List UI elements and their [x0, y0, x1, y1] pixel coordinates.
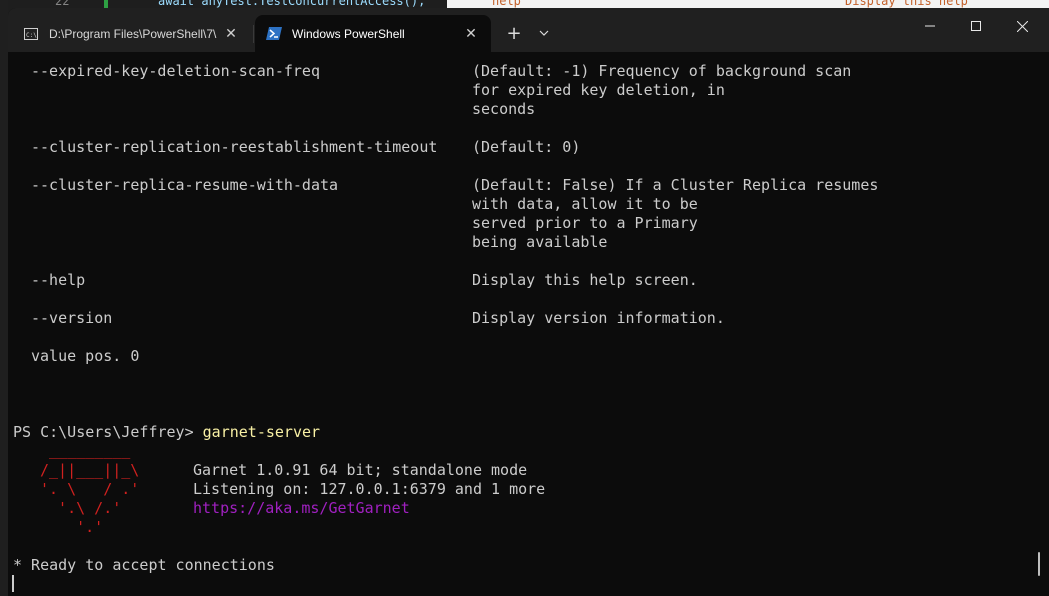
option-desc: with data, allow it to be [472, 195, 698, 213]
garnet-logo-line: '.' [40, 518, 104, 536]
garnet-link[interactable]: https://aka.ms/GetGarnet [193, 499, 410, 518]
garnet-logo-line: /_||___||_\ [40, 461, 140, 479]
background-right-text-2: Display this help [845, 0, 968, 8]
tab-program-files[interactable]: C:\ D:\Program Files\PowerShell\7\ ✕ [12, 15, 251, 52]
garnet-version-info: Garnet 1.0.91 64 bit; standalone mode [193, 461, 528, 479]
option-flag: --expired-key-deletion-scan-freq [31, 62, 320, 80]
powershell-icon [266, 27, 282, 41]
terminal-window: C:\ D:\Program Files\PowerShell\7\ ✕ Win… [8, 8, 1049, 596]
garnet-logo-line: '. \ / .' [40, 480, 140, 498]
garnet-logo-line: _________ [40, 441, 131, 459]
option-flag: --cluster-replication-reestablishment-ti… [31, 138, 438, 156]
chevron-down-icon[interactable] [533, 22, 555, 44]
scrollbar[interactable] [1038, 552, 1040, 576]
background-code: await anyTest.TestConcurrentAccess(); [158, 0, 426, 8]
title-bar[interactable]: C:\ D:\Program Files\PowerShell\7\ ✕ Win… [8, 8, 1049, 52]
option-flag: --cluster-replica-resume-with-data [31, 176, 339, 194]
tab-label: D:\Program Files\PowerShell\7\ [49, 26, 217, 41]
background-line-number: 22 [55, 0, 70, 8]
option-desc: Display this help screen. [472, 271, 698, 289]
minimize-button[interactable] [907, 8, 953, 44]
close-icon[interactable]: ✕ [223, 25, 239, 42]
prompt-text: PS C:\Users\Jeffrey> [13, 423, 203, 441]
ready-message: * Ready to accept connections [13, 556, 275, 574]
option-desc: seconds [472, 100, 536, 118]
option-flag: --help [31, 271, 86, 289]
value-pos-line: value pos. 0 [31, 347, 140, 365]
background-left-edge [0, 0, 8, 596]
close-window-button[interactable] [999, 8, 1045, 44]
tab-label: Windows PowerShell [292, 26, 405, 41]
option-desc: (Default: -1) Frequency of background sc… [472, 62, 852, 80]
console-icon: C:\ [23, 27, 39, 41]
option-desc: (Default: False) If a Cluster Replica re… [472, 176, 879, 194]
background-right-text-1: help [492, 0, 521, 8]
maximize-button[interactable] [953, 8, 999, 44]
option-desc: Display version information. [472, 309, 725, 327]
new-tab-button[interactable]: + [503, 22, 525, 44]
option-desc: served prior to a Primary [472, 214, 698, 232]
prompt-line: PS C:\Users\Jeffrey> garnet-server [13, 423, 320, 442]
text-cursor [12, 575, 14, 592]
svg-text:C:\: C:\ [26, 32, 37, 39]
tab-divider [253, 25, 254, 43]
close-icon[interactable]: ✕ [463, 25, 479, 42]
command-text: garnet-server [202, 423, 321, 441]
option-desc: being available [472, 233, 608, 251]
garnet-listening-info: Listening on: 127.0.0.1:6379 and 1 more [193, 480, 546, 498]
option-desc: for expired key deletion, in [472, 81, 725, 99]
option-desc: (Default: 0) [472, 138, 581, 156]
tab-windows-powershell[interactable]: Windows PowerShell ✕ [255, 15, 491, 52]
garnet-logo-line: '.\ /.' [40, 499, 122, 517]
terminal-output[interactable]: --expired-key-deletion-scan-freq (Defaul… [8, 52, 1049, 596]
option-flag: --version [31, 309, 113, 327]
